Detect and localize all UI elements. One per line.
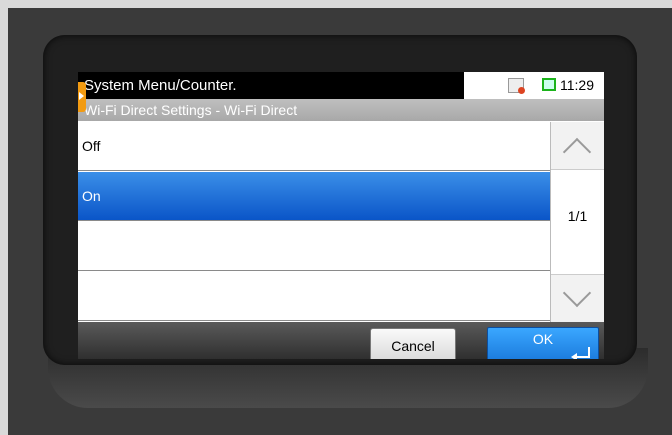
screen-icon — [542, 78, 556, 91]
status-bar: System Menu/Counter. 11:29 — [78, 72, 604, 99]
page-indicator: 1/1 — [567, 208, 588, 224]
menu-title: System Menu/Counter. — [78, 72, 464, 99]
wifi-disconnected-icon — [508, 78, 525, 94]
clock: 11:29 — [560, 77, 594, 93]
option-empty[interactable] — [78, 222, 550, 271]
ok-label: OK — [532, 331, 554, 347]
option-empty[interactable] — [78, 272, 550, 321]
side-tab-arrow-icon[interactable] — [78, 82, 86, 112]
cancel-button[interactable]: Cancel — [370, 328, 456, 359]
enter-icon — [571, 347, 590, 359]
option-off[interactable]: Off — [78, 122, 550, 171]
chevron-down-icon — [562, 278, 592, 308]
status-icons: 11:29 — [464, 72, 604, 99]
ok-button[interactable]: OK — [487, 327, 599, 359]
scroll-controls: 1/1 — [550, 122, 604, 322]
scroll-up-button[interactable] — [551, 122, 604, 170]
page-subtitle: Wi-Fi Direct Settings - Wi-Fi Direct — [78, 99, 604, 121]
scroll-down-button[interactable] — [551, 274, 604, 322]
options-list: Off On — [78, 122, 550, 322]
chevron-up-icon — [562, 137, 592, 167]
touch-screen: System Menu/Counter. 11:29 Wi-Fi Direct … — [78, 72, 604, 359]
option-on[interactable]: On — [78, 172, 550, 221]
